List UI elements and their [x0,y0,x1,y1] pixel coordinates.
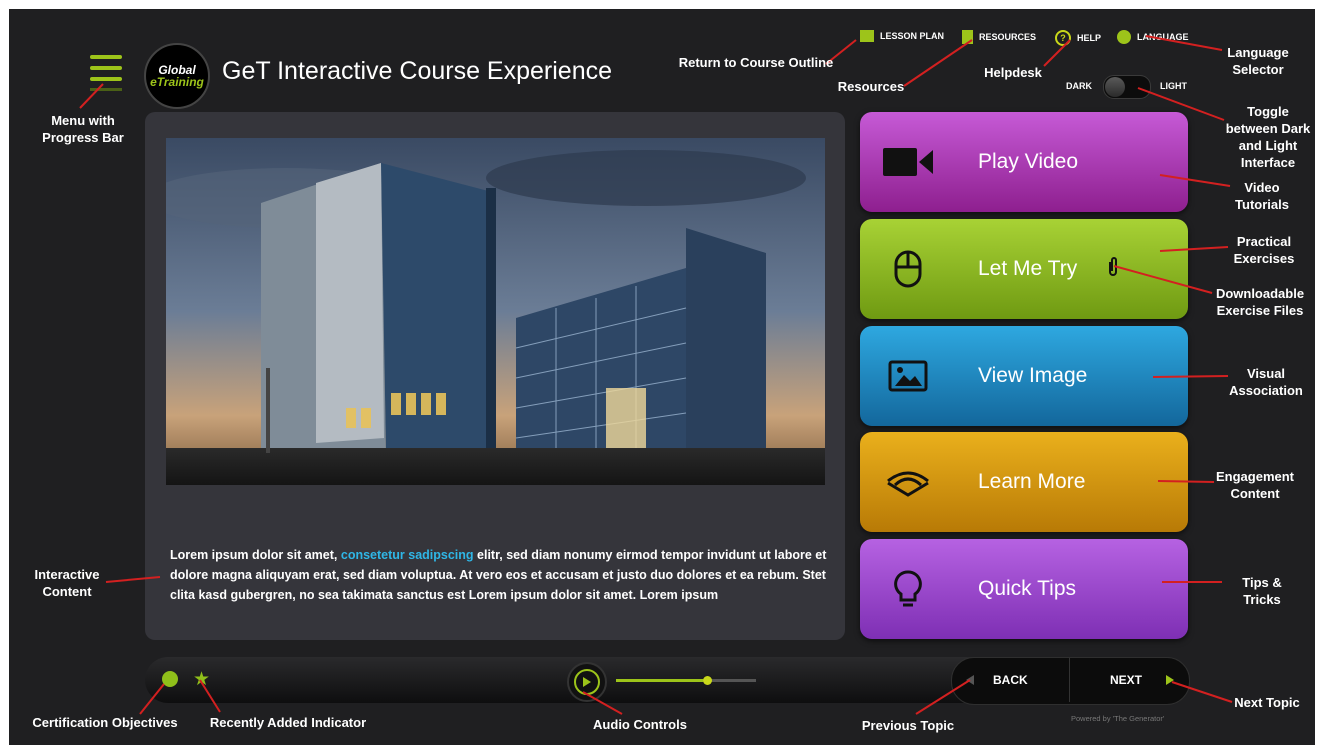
powered-by: Powered by 'The Generator' [1071,714,1165,723]
annotation-helpdesk: Helpdesk [984,65,1042,80]
paperclip-icon[interactable] [1107,256,1119,283]
content-link[interactable]: consetetur sadipscing [341,548,474,562]
audio-handle[interactable] [702,676,712,685]
logo: Global eTraining [144,43,210,109]
lesson-image[interactable] [166,138,825,485]
help-icon: ? [1055,30,1071,46]
annotation-interactive: Interactive Content [34,567,100,599]
annotation-menu: Menu with Progress Bar [42,113,124,145]
annotation-return: Return to Course Outline [678,55,834,70]
back-arrow-icon [966,675,974,685]
resources-link[interactable]: RESOURCES [962,30,1036,44]
let-me-try-button[interactable]: Let Me Try [860,219,1188,319]
logo-text-2: eTraining [150,75,204,89]
help-link[interactable]: ? HELP [1055,30,1101,46]
light-label: LIGHT [1160,81,1187,91]
annotation-toggle: Toggle between Dark and Light Interface [1225,104,1311,170]
help-label: HELP [1077,33,1102,43]
picture-icon [860,360,956,392]
language-label: LANGUAGE [1137,32,1189,42]
next-label: NEXT [1110,673,1143,687]
learn-more-label: Learn More [978,470,1086,493]
annotation-tips: Tips & Tricks [1242,575,1282,607]
annotation-recent: Recently Added Indicator [209,715,367,730]
annotation-audio: Audio Controls [593,717,687,732]
play-icon [574,669,600,695]
audio-progress [616,679,703,682]
lesson-plan-label: LESSON PLAN [880,31,945,41]
content-text: Lorem ipsum dolor sit amet, consetetur s… [170,545,830,605]
play-video-button[interactable]: Play Video [860,112,1188,212]
annotation-visual: Visual Association [1229,366,1303,398]
globe-icon [1117,30,1131,44]
theme-toggle[interactable] [1103,75,1151,99]
audio-track[interactable] [616,676,756,685]
annotation-resources: Resources [837,79,905,94]
audible-icon [860,467,956,497]
annotation-language: Language Selector [1227,45,1289,77]
video-camera-icon [860,145,956,179]
building-illustration [166,138,825,485]
annotation-certification: Certification Objectives [32,715,178,730]
annotation-previous: Previous Topic [861,718,955,733]
view-image-button[interactable]: View Image [860,326,1188,426]
annotation-downloadable: Downloadable Exercise Files [1215,286,1305,318]
annotation-next: Next Topic [1234,695,1300,710]
play-audio-button[interactable] [567,662,607,702]
quick-tips-button[interactable]: Quick Tips [860,539,1188,639]
page-title: GeT Interactive Course Experience [222,57,613,85]
annotation-video: Video Tutorials [1235,180,1289,212]
mouse-icon [860,249,956,289]
resources-label: RESOURCES [979,32,1037,42]
next-button[interactable]: NEXT [1070,658,1187,702]
lightbulb-icon [860,569,956,609]
quick-tips-label: Quick Tips [978,577,1077,600]
next-arrow-icon [1166,675,1175,685]
toggle-knob [1105,77,1125,97]
dark-label: DARK [1066,81,1092,91]
star-icon[interactable]: ★ [193,668,210,691]
certification-icon[interactable] [162,671,178,687]
view-image-label: View Image [978,364,1088,387]
menu-button[interactable] [90,55,122,85]
back-label: BACK [993,673,1028,687]
content-text-part1: Lorem ipsum dolor sit amet, [170,548,341,562]
annotation-practical: Practical Exercises [1233,234,1295,266]
learn-more-button[interactable]: Learn More [860,432,1188,532]
play-video-label: Play Video [978,150,1079,173]
let-me-try-label: Let Me Try [978,257,1078,280]
menu-progress-bar [90,88,122,91]
lesson-plan-link[interactable]: LESSON PLAN [860,30,944,42]
lesson-plan-icon [860,30,874,42]
back-button[interactable]: BACK [952,658,1069,702]
language-link[interactable]: LANGUAGE [1117,30,1189,44]
document-icon [962,30,973,44]
annotation-engagement: Engagement Content [1215,469,1294,501]
